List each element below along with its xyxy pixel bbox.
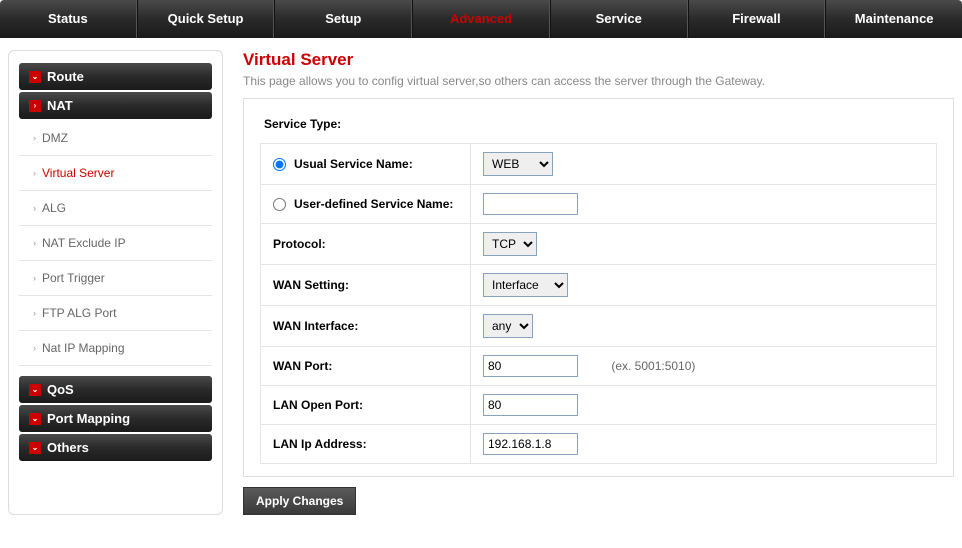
lan-ip-input[interactable] — [483, 433, 578, 455]
sidebar-item-alg[interactable]: › ALG — [19, 191, 212, 226]
sidebar-category-route[interactable]: ⌄ Route — [19, 63, 212, 90]
sidebar-category-port-mapping[interactable]: ⌄ Port Mapping — [19, 405, 212, 432]
sidebar-category-label: NAT — [47, 98, 73, 113]
sidebar-submenu-nat: › DMZ › Virtual Server › ALG › NAT Exclude I… — [19, 121, 212, 366]
nav-setup[interactable]: Setup — [274, 0, 412, 38]
sidebar-category-nat[interactable]: › NAT — [19, 92, 212, 119]
sidebar-item-port-trigger[interactable]: › Port Trigger — [19, 261, 212, 296]
sidebar-item-label: NAT Exclude IP — [42, 236, 126, 250]
protocol-label: Protocol: — [261, 224, 471, 265]
nav-service[interactable]: Service — [550, 0, 688, 38]
nav-maintenance[interactable]: Maintenance — [825, 0, 962, 38]
chevron-down-icon: ⌄ — [29, 413, 41, 425]
user-defined-radio[interactable] — [273, 198, 286, 211]
usual-service-label: Usual Service Name: — [294, 157, 413, 171]
bullet-icon: › — [33, 168, 36, 178]
wan-port-hint: (ex. 5001:5010) — [611, 359, 695, 373]
nav-advanced[interactable]: Advanced — [412, 0, 550, 38]
bullet-icon: › — [33, 308, 36, 318]
nav-status[interactable]: Status — [0, 0, 137, 38]
user-defined-label: User-defined Service Name: — [294, 197, 453, 211]
bullet-icon: › — [33, 273, 36, 283]
user-defined-radio-row[interactable]: User-defined Service Name: — [273, 197, 458, 211]
sidebar-item-virtual-server[interactable]: › Virtual Server — [19, 156, 212, 191]
user-defined-input[interactable] — [483, 193, 578, 215]
sidebar-item-dmz[interactable]: › DMZ — [19, 121, 212, 156]
wan-port-input[interactable] — [483, 355, 578, 377]
sidebar-category-qos[interactable]: ⌄ QoS — [19, 376, 212, 403]
wan-port-label: WAN Port: — [261, 347, 471, 386]
sidebar-item-nat-exclude-ip[interactable]: › NAT Exclude IP — [19, 226, 212, 261]
chevron-down-icon: ⌄ — [29, 442, 41, 454]
wan-interface-select[interactable]: any — [483, 314, 533, 338]
chevron-right-icon: › — [29, 100, 41, 112]
sidebar-item-label: Nat IP Mapping — [42, 341, 125, 355]
wan-interface-label: WAN Interface: — [261, 306, 471, 347]
bullet-icon: › — [33, 133, 36, 143]
sidebar-item-nat-ip-mapping[interactable]: › Nat IP Mapping — [19, 331, 212, 366]
sidebar-item-ftp-alg-port[interactable]: › FTP ALG Port — [19, 296, 212, 331]
sidebar-category-label: QoS — [47, 382, 74, 397]
apply-changes-button[interactable]: Apply Changes — [243, 487, 356, 515]
chevron-down-icon: ⌄ — [29, 384, 41, 396]
bullet-icon: › — [33, 238, 36, 248]
page-description: This page allows you to config virtual s… — [243, 74, 954, 88]
bullet-icon: › — [33, 343, 36, 353]
main-content: Virtual Server This page allows you to c… — [243, 50, 954, 515]
sidebar-category-label: Route — [47, 69, 84, 84]
wan-setting-label: WAN Setting: — [261, 265, 471, 306]
usual-service-select[interactable]: WEB — [483, 152, 553, 176]
wan-setting-select[interactable]: Interface — [483, 273, 568, 297]
sidebar-item-label: FTP ALG Port — [42, 306, 116, 320]
usual-service-radio-row[interactable]: Usual Service Name: — [273, 157, 458, 171]
bullet-icon: › — [33, 203, 36, 213]
sidebar-category-others[interactable]: ⌄ Others — [19, 434, 212, 461]
section-label: Service Type: — [260, 111, 937, 143]
chevron-down-icon: ⌄ — [29, 71, 41, 83]
page-title: Virtual Server — [243, 50, 954, 70]
top-nav: Status Quick Setup Setup Advanced Servic… — [0, 0, 962, 38]
lan-open-port-input[interactable] — [483, 394, 578, 416]
sidebar: ⌄ Route › NAT › DMZ › Virtual Server › ALG … — [8, 50, 223, 515]
form-table: Usual Service Name: WEB User-defined Ser… — [260, 143, 937, 464]
sidebar-category-label: Others — [47, 440, 89, 455]
sidebar-category-label: Port Mapping — [47, 411, 130, 426]
form-box: Service Type: Usual Service Name: WEB — [243, 98, 954, 477]
sidebar-item-label: Port Trigger — [42, 271, 105, 285]
lan-ip-label: LAN Ip Address: — [261, 425, 471, 464]
nav-firewall[interactable]: Firewall — [688, 0, 826, 38]
sidebar-item-label: DMZ — [42, 131, 68, 145]
sidebar-item-label: ALG — [42, 201, 66, 215]
sidebar-item-label: Virtual Server — [42, 166, 114, 180]
nav-quick-setup[interactable]: Quick Setup — [137, 0, 275, 38]
lan-open-port-label: LAN Open Port: — [261, 386, 471, 425]
usual-service-radio[interactable] — [273, 158, 286, 171]
protocol-select[interactable]: TCP — [483, 232, 537, 256]
